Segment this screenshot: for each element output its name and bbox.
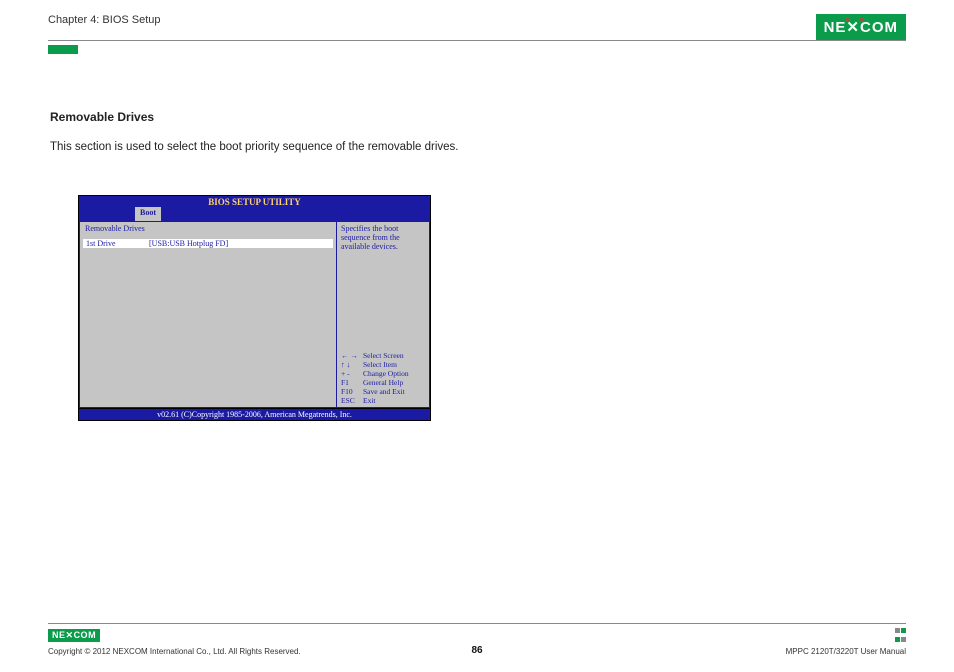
action-general-help: General Help xyxy=(363,378,403,387)
copyright-text: Copyright © 2012 NEXCOM International Co… xyxy=(48,647,301,656)
bios-tab-boot: Boot xyxy=(135,207,161,221)
bios-item-label: 1st Drive xyxy=(84,239,149,248)
bios-key-legend: ← →Select Screen ↑ ↓Select Item + -Chang… xyxy=(341,351,425,405)
nexcom-logo-top: NE✕COM xyxy=(816,14,906,40)
accent-block xyxy=(48,45,78,54)
logo-text-ne: NE xyxy=(824,19,847,36)
action-save-exit: Save and Exit xyxy=(363,387,405,396)
logo-x-icon: ✕ xyxy=(846,18,860,36)
logo-x-icon-bottom: ✕ xyxy=(66,630,74,641)
decoration-squares-icon xyxy=(894,626,906,644)
page-footer: NE✕COM Copyright © 2012 NEXCOM Internati… xyxy=(48,623,906,656)
key-esc: ESC xyxy=(341,396,363,405)
action-exit: Exit xyxy=(363,396,376,405)
key-lr: ← → xyxy=(341,351,363,360)
bios-screenshot: BIOS SETUP UTILITY Boot Removable Drives… xyxy=(78,195,431,421)
nexcom-logo-bottom: NE✕COM xyxy=(48,629,100,642)
key-f10: F10 xyxy=(341,387,363,396)
doc-title: MPPC 2120T/3220T User Manual xyxy=(786,647,906,656)
logo-text-com: COM xyxy=(860,19,898,36)
section-heading: Removable Drives xyxy=(50,110,470,124)
logo-text-ne-bottom: NE xyxy=(52,630,66,641)
header-divider xyxy=(48,40,906,41)
key-pm: + - xyxy=(341,369,363,378)
bios-help-text: Specifies the boot sequence from the ava… xyxy=(341,224,425,251)
bios-title: BIOS SETUP UTILITY xyxy=(78,195,431,207)
bios-selected-row: 1st Drive [USB:USB Hotplug FD] xyxy=(83,239,333,248)
footer-divider xyxy=(48,623,906,624)
bios-right-panel: Specifies the boot sequence from the ava… xyxy=(337,222,429,407)
bios-left-title: Removable Drives xyxy=(85,224,331,233)
action-select-screen: Select Screen xyxy=(363,351,404,360)
bios-body: Removable Drives 1st Drive [USB:USB Hotp… xyxy=(78,221,431,409)
section-description: This section is used to select the boot … xyxy=(50,138,470,156)
bios-left-panel: Removable Drives 1st Drive [USB:USB Hotp… xyxy=(80,222,336,407)
chapter-title: Chapter 4: BIOS Setup xyxy=(48,14,161,26)
bios-footer: v02.61 (C)Copyright 1985-2006, American … xyxy=(78,409,431,421)
bios-item-value: [USB:USB Hotplug FD] xyxy=(149,239,228,248)
action-select-item: Select Item xyxy=(363,360,397,369)
key-f1: F1 xyxy=(341,378,363,387)
action-change-option: Change Option xyxy=(363,369,409,378)
logo-text-com-bottom: COM xyxy=(74,630,97,641)
page-number: 86 xyxy=(471,645,482,656)
bios-tab-row: Boot xyxy=(78,207,431,221)
key-ud: ↑ ↓ xyxy=(341,360,363,369)
